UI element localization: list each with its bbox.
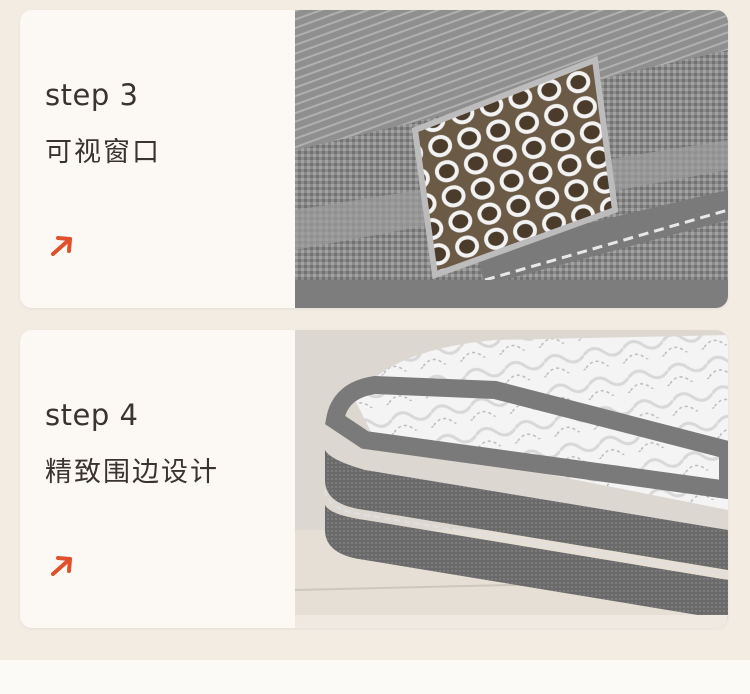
arrow-up-right-icon[interactable] <box>48 232 76 260</box>
feature-title: 可视窗口 <box>45 137 161 168</box>
mattress-mesh-window-photo <box>295 10 728 308</box>
feature-title: 精致围边设计 <box>45 457 219 488</box>
arrow-up-right-icon[interactable] <box>48 552 76 580</box>
step-label: step 3 <box>45 78 139 112</box>
mattress-edge-border-photo <box>295 330 728 628</box>
bottom-divider <box>0 660 750 694</box>
feature-card-step-3: step 3 可视窗口 <box>20 10 728 308</box>
feature-card-step-4: step 4 精致围边设计 <box>20 330 728 628</box>
step-label: step 4 <box>45 398 139 432</box>
